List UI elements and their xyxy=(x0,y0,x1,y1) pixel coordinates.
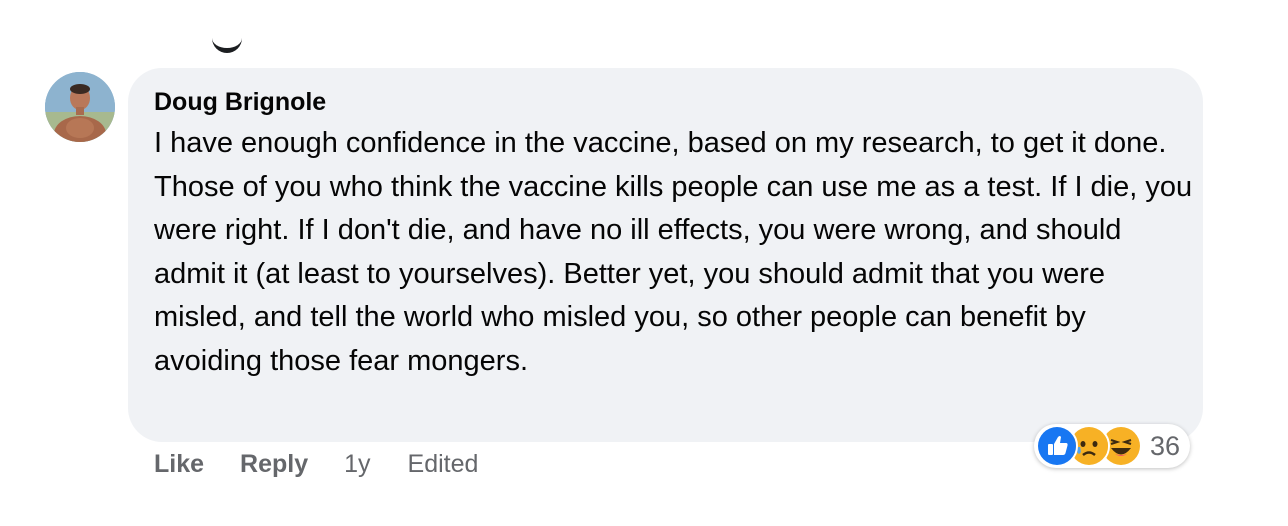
reaction-count: 36 xyxy=(1150,430,1181,461)
comment-page: Doug Brignole I have enough confidence i… xyxy=(0,0,1288,526)
previous-comment-fragment xyxy=(212,36,242,53)
edited-label[interactable]: Edited xyxy=(408,448,479,480)
reply-button[interactable]: Reply xyxy=(240,448,308,480)
comment-author[interactable]: Doug Brignole xyxy=(154,86,326,118)
comment-actions: Like Reply 1y Edited xyxy=(154,448,514,480)
avatar[interactable] xyxy=(45,72,115,142)
comment-timestamp[interactable]: 1y xyxy=(344,448,370,480)
like-button[interactable]: Like xyxy=(154,448,204,480)
like-reaction-icon xyxy=(1036,425,1078,467)
reactions-summary[interactable]: 36 xyxy=(1034,424,1191,468)
profile-photo-icon xyxy=(45,72,115,142)
comment-text: I have enough confidence in the vaccine,… xyxy=(154,127,1193,377)
